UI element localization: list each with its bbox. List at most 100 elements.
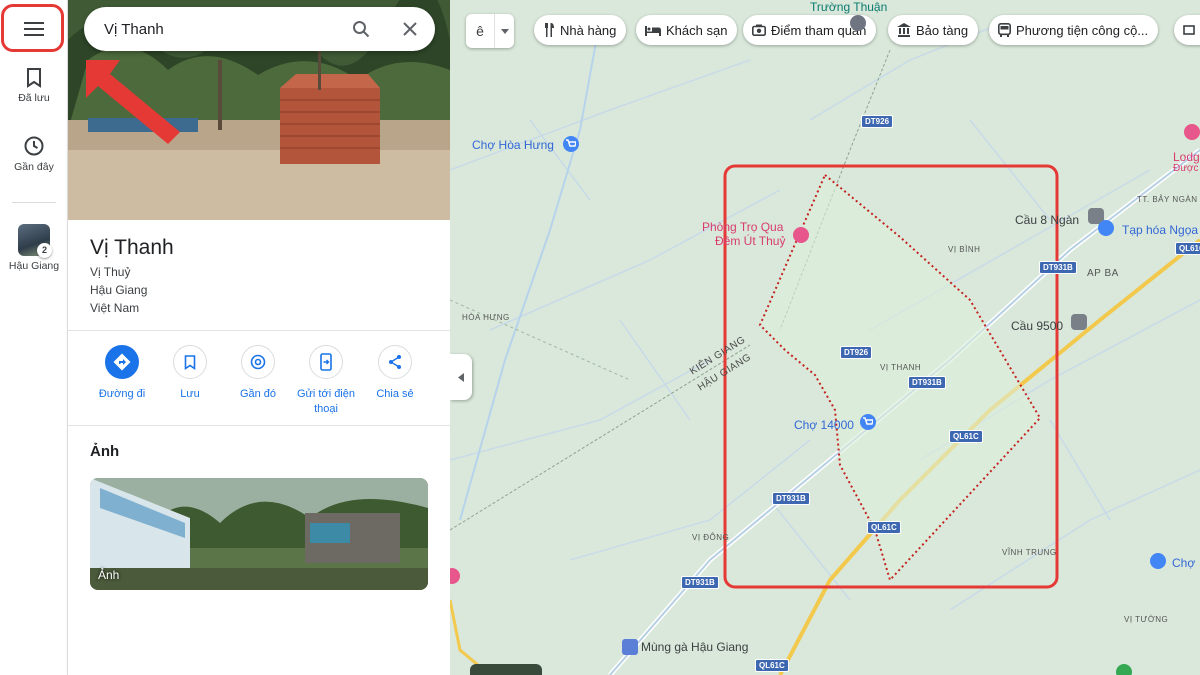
camera-icon [752, 24, 766, 36]
history-icon [24, 136, 44, 156]
fork-knife-icon [545, 23, 554, 37]
map-label[interactable]: Mùng gà Hậu Giang [641, 640, 748, 654]
divider [68, 425, 450, 426]
road-shield: DT931B [772, 492, 810, 505]
directions-icon [113, 353, 131, 371]
save-button[interactable]: Lưu [155, 345, 225, 402]
area-label: VỊ ĐÔNG [692, 533, 730, 542]
map-label[interactable]: Cầu 8 Ngàn [1015, 213, 1079, 227]
map-label[interactable]: Trường Thuận [810, 0, 887, 14]
send-to-phone-button[interactable]: Gửi tới điện thoại [291, 345, 361, 417]
recent-place-hau-giang[interactable]: 2 Hậu Giang [0, 224, 68, 272]
save-label: Lưu [180, 388, 200, 400]
map-bottom-control[interactable] [470, 664, 542, 675]
hotel-icon[interactable] [793, 227, 809, 243]
chip-label: Khách sạn [666, 22, 728, 38]
shop-icon[interactable] [622, 639, 638, 655]
area-label: VĨNH TRUNG [1002, 548, 1057, 557]
map-label[interactable]: Đêm Út Thuỷ [715, 234, 785, 248]
share-button[interactable]: Chia sẻ [360, 345, 430, 402]
shopping-cart-icon[interactable] [563, 136, 579, 152]
chip-label: Nhà hàng [560, 22, 617, 38]
map-label[interactable]: Chợ 14000 [794, 418, 854, 432]
menu-highlight-ring [1, 4, 64, 52]
recent-place-badge: 2 [37, 243, 52, 258]
recent-place-thumbnail: 2 [18, 224, 52, 258]
map-base [450, 0, 1200, 675]
area-label: VỊ TƯỜNG [1124, 615, 1169, 624]
layer-toggle[interactable]: ê [466, 14, 514, 48]
red-arrow-icon [86, 60, 180, 144]
bed-icon [645, 26, 661, 36]
road-shield: QL61C [867, 521, 901, 534]
shopping-cart-icon[interactable] [860, 414, 876, 430]
map-label[interactable]: Chợ [1172, 556, 1195, 570]
museum-icon [897, 23, 911, 37]
photo-tile-image [90, 478, 428, 590]
area-label: TT. BẢY NGÀN [1137, 195, 1198, 204]
send-to-phone-label: Gửi tới điện thoại [297, 388, 355, 415]
more-icon [1183, 25, 1195, 35]
road-shield: QL61C [755, 659, 789, 672]
road-shield: DT931B [908, 376, 946, 389]
recent-place-label: Hậu Giang [8, 260, 60, 272]
road-shield: DT931B [1039, 261, 1077, 274]
recent-button[interactable]: Gần đây [0, 135, 68, 173]
road-shield: DT926 [861, 115, 894, 128]
share-icon [389, 355, 401, 369]
map-label[interactable]: Cầu 9500 [1011, 319, 1063, 333]
map-label[interactable]: Tạp hóa Ngọa [1122, 223, 1198, 237]
photo-tile[interactable]: Ảnh [90, 478, 428, 590]
address-line: Việt Nam [90, 301, 140, 315]
place-title: Vị Thanh [90, 236, 174, 259]
area-label: AP BA [1087, 268, 1119, 279]
area-label: VỊ THANH [880, 363, 922, 372]
send-to-phone-icon [320, 353, 332, 371]
collapse-panel-button[interactable] [450, 354, 472, 400]
search-button[interactable] [349, 17, 373, 41]
area-label: VỊ BÌNH [948, 245, 981, 254]
chip-hotels[interactable]: Khách sạn [636, 15, 738, 45]
road-shield: DT931B [681, 576, 719, 589]
directions-button[interactable]: Đường đi [87, 345, 157, 402]
chip-museums[interactable]: Bảo tàng [888, 15, 979, 45]
chip-label: Bảo tàng [916, 22, 969, 38]
map-label[interactable]: Chợ Hòa Hưng [472, 138, 554, 152]
chip-restaurants[interactable]: Nhà hàng [534, 15, 627, 45]
bookmark-icon [27, 68, 41, 88]
rail-divider [12, 202, 56, 203]
map-label[interactable]: Được [1173, 163, 1198, 174]
photos-heading: Ảnh [90, 443, 120, 460]
close-search-button[interactable] [398, 17, 422, 41]
side-rail: Đã lưu Gần đây 2 Hậu Giang [0, 0, 68, 675]
chip-label: Phương tiện công cộ... [1016, 22, 1149, 38]
school-icon[interactable] [850, 15, 866, 31]
hotel-icon[interactable] [1184, 124, 1200, 140]
map-label[interactable]: Lodg [1173, 150, 1200, 164]
road-shield: DT926 [840, 346, 873, 359]
shopping-cart-icon[interactable] [1098, 220, 1114, 236]
nearby-label: Gần đó [239, 388, 277, 400]
bridge-icon[interactable] [1071, 314, 1087, 330]
recent-label: Gần đây [14, 161, 54, 173]
park-icon[interactable] [1116, 664, 1132, 675]
chip-transit[interactable]: Phương tiện công cộ... [989, 15, 1159, 45]
address-line: Hậu Giang [90, 283, 148, 297]
divider [68, 330, 450, 331]
map-canvas[interactable]: ê Nhà hàng Khách sạn Điểm tham quan Bảo … [450, 0, 1200, 675]
nearby-button[interactable]: Gần đó [223, 345, 293, 402]
saved-label: Đã lưu [18, 92, 50, 104]
chip-more[interactable] [1174, 15, 1200, 45]
layer-toggle-text: ê [476, 23, 484, 39]
shopping-cart-icon[interactable] [1150, 553, 1166, 569]
photo-tile-label: Ảnh [98, 568, 120, 582]
road-shield: QL61C [949, 430, 983, 443]
map-label[interactable]: Phòng Trọ Qua [702, 220, 783, 234]
bus-icon [998, 23, 1011, 37]
chevron-down-icon [494, 14, 514, 48]
close-icon [403, 22, 417, 36]
area-label: HÒA HƯNG [462, 313, 510, 322]
road-shield: QL61C [1175, 242, 1200, 255]
saved-button[interactable]: Đã lưu [0, 68, 68, 104]
nearby-icon [250, 354, 266, 370]
